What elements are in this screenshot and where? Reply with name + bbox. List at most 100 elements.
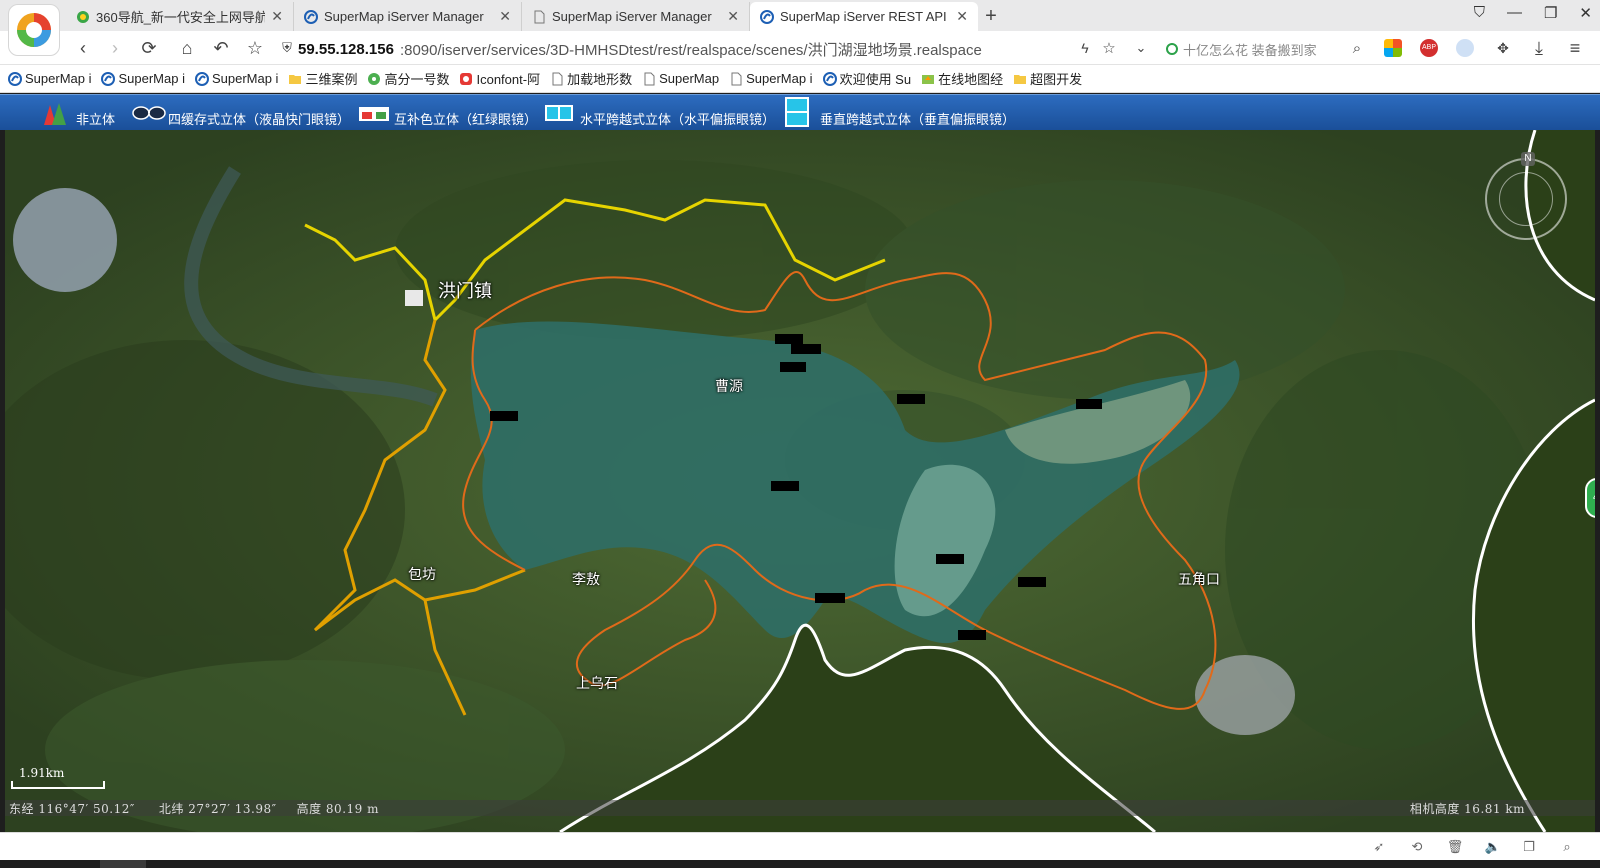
stereo-quad-buffer-button[interactable]: 四缓存式立体（液晶快门眼镜） xyxy=(132,95,350,131)
url-field[interactable]: 59.55.128.156:8090/iserver/services/3D-H… xyxy=(298,38,1058,60)
zoom-icon[interactable]: ⌕ xyxy=(1558,839,1576,857)
url-path: :8090/iserver/services/3D-HMHSDtest/rest… xyxy=(399,41,982,59)
refresh-cache-icon[interactable]: ⟲ xyxy=(1408,839,1426,857)
zoom-level-badge[interactable]: 49 xyxy=(1585,478,1595,518)
bookmark-item[interactable]: SuperMap i xyxy=(729,71,813,86)
shield-extension-icon[interactable] xyxy=(1456,39,1474,57)
scale-bar xyxy=(11,781,105,789)
new-tab-button[interactable]: + xyxy=(978,2,1004,31)
document-icon xyxy=(534,10,545,23)
minimize-icon[interactable]: — xyxy=(1507,4,1522,22)
tab-iserver-rest-api[interactable]: SuperMap iServer REST API ✕ xyxy=(750,2,978,31)
compass-ring[interactable] xyxy=(1499,172,1553,226)
map-icon xyxy=(921,72,935,86)
tab-title: SuperMap iServer Manager xyxy=(552,9,712,24)
chevron-down-icon[interactable]: ⌄ xyxy=(1130,37,1152,59)
search-icon[interactable]: ⌕ xyxy=(1346,37,1368,59)
bookmark-item[interactable]: 三维案例 xyxy=(288,69,357,88)
menu-icon[interactable]: ≡ xyxy=(1564,37,1586,59)
reload-icon[interactable]: ⟳ xyxy=(138,37,160,59)
tab-title: SuperMap iServer Manager xyxy=(324,9,484,24)
window-controls: ⛉ — ❐ ✕ xyxy=(1474,4,1592,22)
bookmark-item[interactable]: 高分一号数 xyxy=(367,69,449,88)
stereo-side-by-side-label: 水平跨越式立体（水平偏振眼镜） xyxy=(580,112,776,127)
bookmark-label: 在线地图经 xyxy=(938,72,1004,87)
shirt-skin-icon[interactable]: ⛉ xyxy=(1474,4,1485,22)
forward-icon[interactable]: › xyxy=(104,37,126,59)
supermap-icon xyxy=(8,71,22,86)
stereo-quad-buffer-label: 四缓存式立体（液晶快门眼镜） xyxy=(168,112,351,127)
bookmark-label: SuperMap i xyxy=(746,71,813,86)
apps-grid-icon[interactable] xyxy=(1384,39,1402,57)
close-tab-icon[interactable]: ✕ xyxy=(727,8,739,25)
3d-scene-viewport[interactable]: 洪门镇 曹源 包坊 李敖 上乌石 五角口 N 49 1.91km 东经 116°… xyxy=(5,130,1595,832)
folder-icon xyxy=(1013,72,1027,86)
bookmark-item[interactable]: 加载地形数 xyxy=(550,69,632,88)
bookmark-item[interactable]: Iconfont-阿 xyxy=(459,69,540,88)
bookmark-label: SuperMap xyxy=(659,71,720,86)
star-bookmark-icon[interactable]: ☆ xyxy=(244,37,266,59)
download-icon[interactable]: ⤓ xyxy=(1528,37,1550,59)
supermap-icon xyxy=(304,9,318,24)
bookmark-item[interactable]: SuperMap i xyxy=(8,71,91,86)
close-tab-icon[interactable]: ✕ xyxy=(271,8,283,25)
volume-icon[interactable]: 🔈 xyxy=(1484,839,1502,857)
stereo-mono-button[interactable]: 非立体 xyxy=(40,95,115,131)
bookmark-item[interactable]: SuperMap i xyxy=(194,71,279,86)
lightning-icon[interactable]: ϟ xyxy=(1074,37,1096,59)
stereo-side-by-side-button[interactable]: 水平跨越式立体（水平偏振眼镜） xyxy=(544,95,775,131)
bookmark-item[interactable]: 超图开发 xyxy=(1013,69,1082,88)
back-icon[interactable]: ‹ xyxy=(72,37,94,59)
supermap-icon xyxy=(760,9,774,24)
place-label: 五角口 xyxy=(1178,571,1220,587)
os-taskbar xyxy=(0,860,1600,868)
trash-icon[interactable]: 🗑 xyxy=(1446,839,1464,857)
terrain-imagery xyxy=(5,130,1595,832)
stereo-top-bottom-label: 垂直跨越式立体（垂直偏振眼镜） xyxy=(820,112,1016,127)
bookmark-item[interactable]: 在线地图经 xyxy=(921,69,1003,88)
iconfont-icon xyxy=(459,72,473,86)
close-tab-icon[interactable]: ✕ xyxy=(499,8,511,25)
close-window-icon[interactable]: ✕ xyxy=(1579,4,1592,22)
bookmark-label: SuperMap i xyxy=(211,71,279,86)
place-label: 李敖 xyxy=(572,571,600,587)
undo-close-icon[interactable]: ↶ xyxy=(210,37,232,59)
tab-title: 360导航_新一代安全上网导航 xyxy=(96,10,266,25)
rocket-accelerate-icon[interactable]: ➶ xyxy=(1370,839,1388,857)
window-mode-icon[interactable]: ❐ xyxy=(1520,839,1538,857)
adblock-icon[interactable]: ABP xyxy=(1420,39,1438,57)
favorite-star-icon[interactable]: ☆ xyxy=(1098,37,1120,59)
bookmark-label: SuperMap i xyxy=(25,71,92,86)
puzzle-extension-icon[interactable]: ✥ xyxy=(1492,37,1514,59)
tab-iserver-manager-2[interactable]: SuperMap iServer Manager ✕ xyxy=(522,2,750,31)
stereo-top-bottom-button[interactable]: 垂直跨越式立体（垂直偏振眼镜） xyxy=(784,95,1015,131)
place-label: 上乌石 xyxy=(576,675,618,691)
bookmark-item[interactable]: 欢迎使用 Su xyxy=(822,69,911,88)
stereo-anaglyph-button[interactable]: 互补色立体（红绿眼镜） xyxy=(358,95,537,131)
restore-icon[interactable]: ❐ xyxy=(1544,4,1557,22)
tab-360-nav[interactable]: 360导航_新一代安全上网导航 ✕ xyxy=(66,2,294,31)
tab-iserver-manager-1[interactable]: SuperMap iServer Manager ✕ xyxy=(294,2,522,31)
stereo-mono-label: 非立体 xyxy=(76,112,116,127)
compass-navigation-control[interactable]: N xyxy=(1485,152,1567,240)
stereo-anaglyph-label: 互补色立体（红绿眼镜） xyxy=(394,112,538,127)
360-browser-logo-icon[interactable] xyxy=(8,4,60,56)
taskbar-item[interactable] xyxy=(100,860,146,868)
latitude-readout: 北纬 27°27′ 13.98″ xyxy=(158,801,277,816)
coordinate-status-bar: 东经 116°47′ 50.12″ 北纬 27°27′ 13.98″ 高度 80… xyxy=(5,800,1595,816)
360-nav-icon xyxy=(77,10,89,23)
bookmark-label: Iconfont-阿 xyxy=(476,72,541,87)
folder-icon xyxy=(288,72,302,86)
search-input[interactable]: 十亿怎么花 装备搬到家 xyxy=(1166,38,1366,60)
address-toolbar: ‹ › ⟳ ⌂ ↶ ☆ ⛨ 59.55.128.156:8090/iserver… xyxy=(0,31,1600,65)
close-tab-icon[interactable]: ✕ xyxy=(956,8,968,25)
bookmark-item[interactable]: SuperMap i xyxy=(101,71,185,86)
compass-north-label: N xyxy=(1521,152,1535,166)
stereo-mode-toolbar: 非立体 四缓存式立体（液晶快门眼镜） 互补色立体（红绿眼镜） 水平跨越式立体（水… xyxy=(0,94,1600,130)
green-dot-icon xyxy=(367,72,381,86)
home-icon[interactable]: ⌂ xyxy=(176,37,198,59)
bookmark-label: 高分一号数 xyxy=(384,72,450,87)
bookmark-label: SuperMap i xyxy=(118,71,185,86)
browser-tab-bar: 360导航_新一代安全上网导航 ✕ SuperMap iServer Manag… xyxy=(0,0,1600,56)
bookmark-item[interactable]: SuperMap xyxy=(642,71,719,86)
